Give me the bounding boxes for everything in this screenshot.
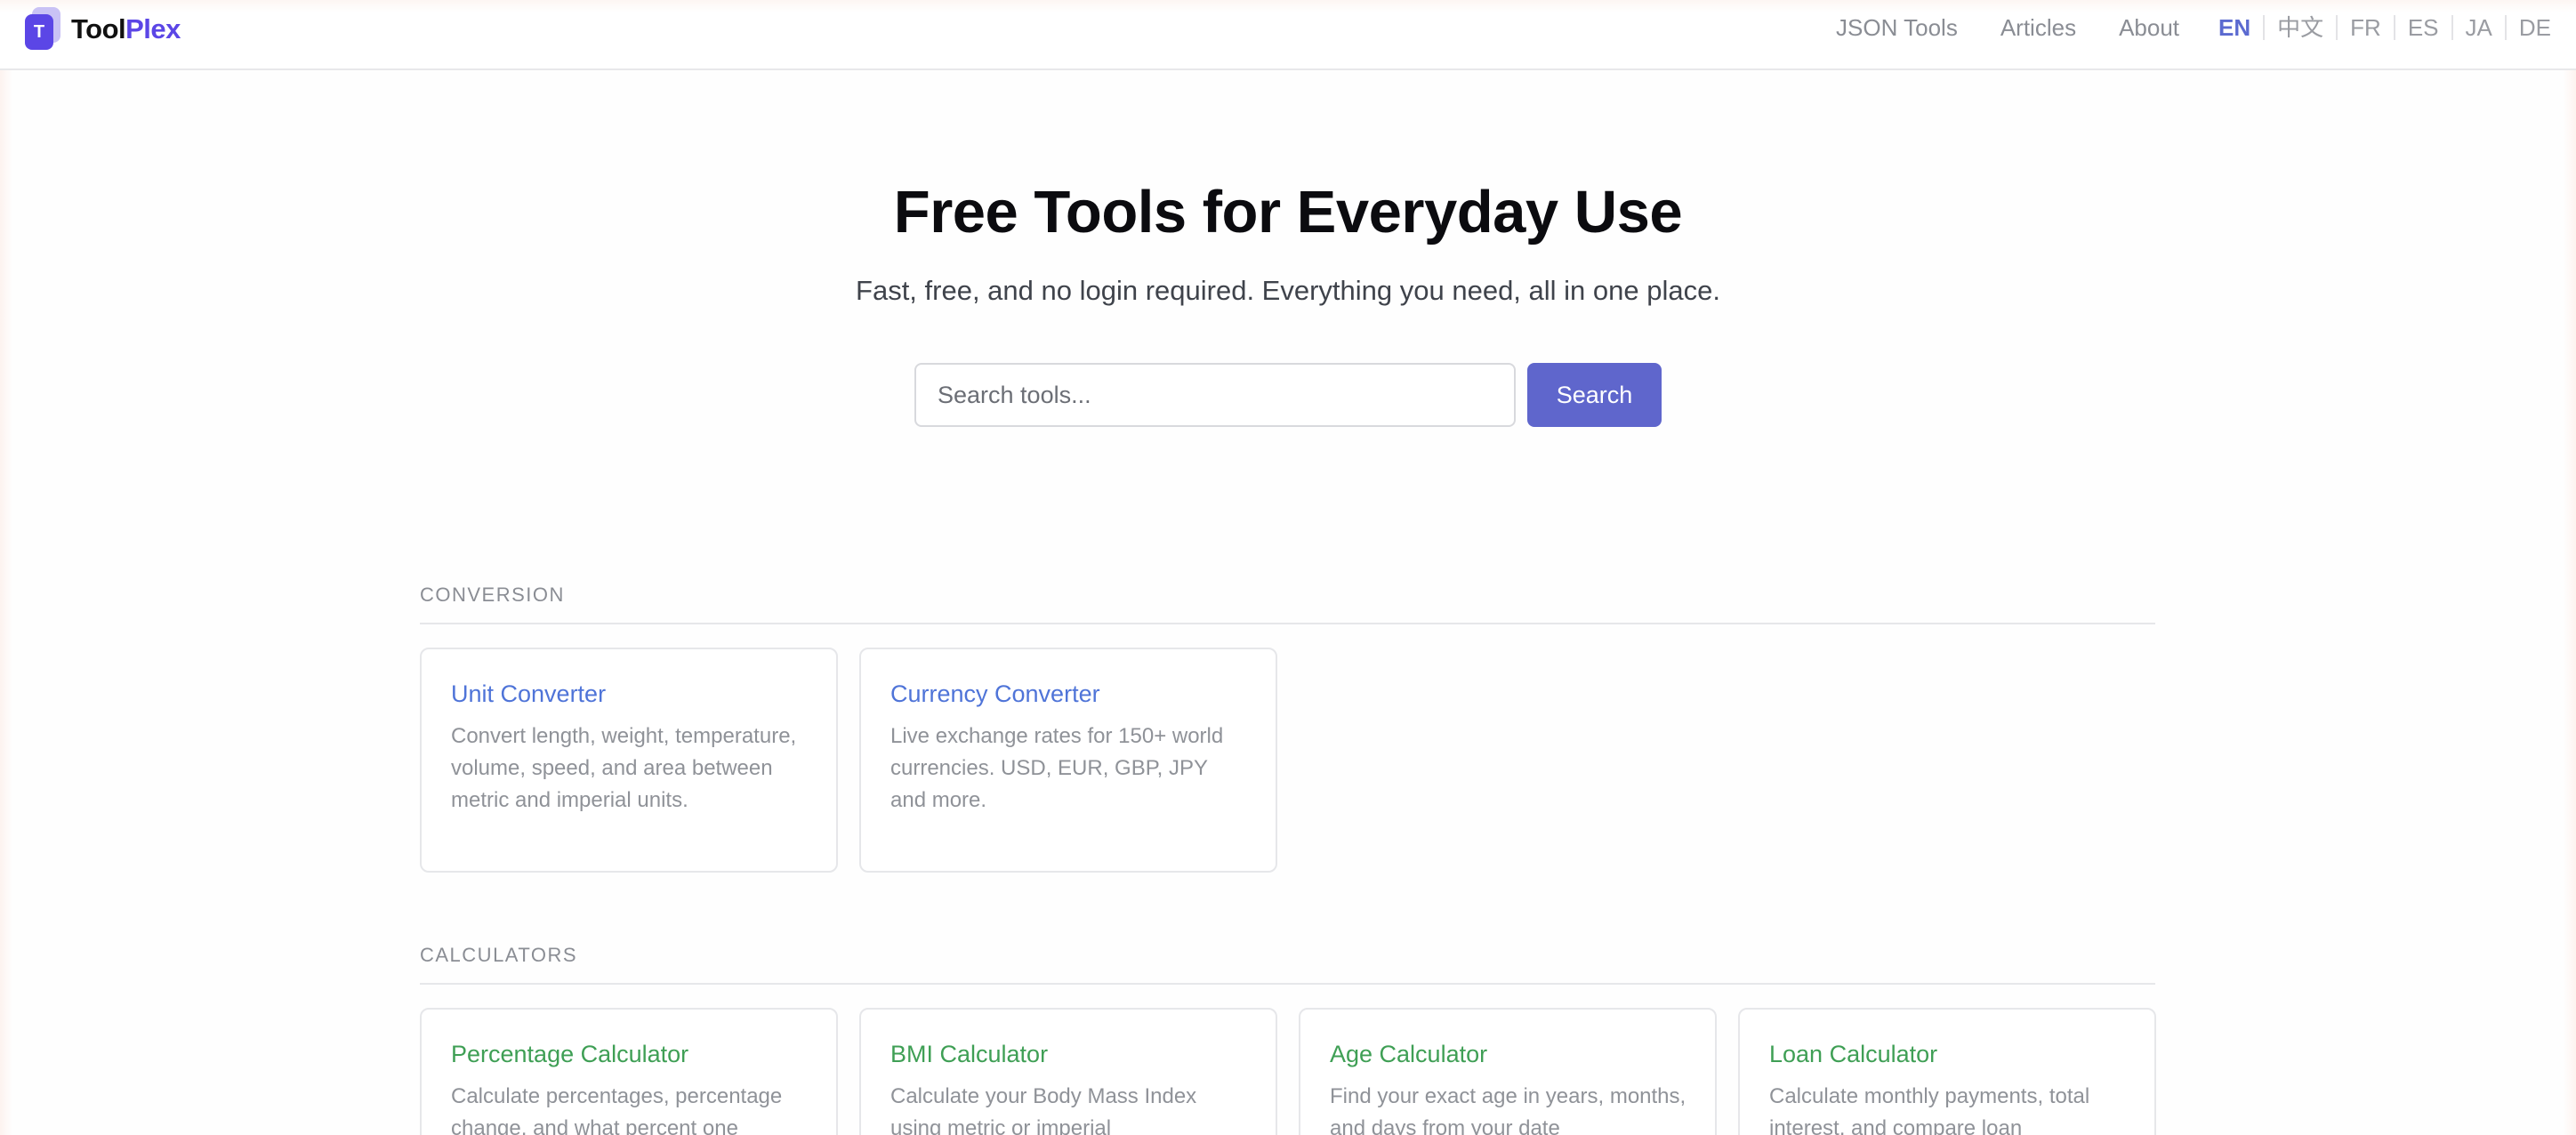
card-title: Loan Calculator [1769,1041,1938,1067]
card-title: Unit Converter [451,680,607,707]
brand-name-part1: Tool [71,13,126,44]
tooplex-logo-icon: T [25,7,60,52]
section-title-conversion: CONVERSION [420,584,565,606]
card-description: Convert length, weight, temperature, vol… [451,724,797,812]
card-description: Calculate percentages, percentage change… [451,1084,783,1135]
section-divider [420,983,2155,985]
card-title: Currency Converter [890,680,1100,707]
tool-card-currency-converter[interactable]: Currency Converter Live exchange rates f… [859,648,1277,873]
language-switcher: EN 中文 FR ES JA DE [2218,15,2551,40]
tool-card-percentage-calculator[interactable]: Percentage Calculator Calculate percenta… [420,1008,838,1135]
lang-en[interactable]: EN [2218,15,2263,40]
main-nav: JSON Tools Articles About EN 中文 FR ES JA… [1793,0,2551,55]
section-title-calculators: CALCULATORS [420,944,578,966]
lang-de[interactable]: DE [2504,15,2551,40]
section-divider [420,623,2155,624]
lang-es[interactable]: ES [2393,15,2451,40]
card-description: Find your exact age in years, months, an… [1330,1084,1686,1135]
lang-zh[interactable]: 中文 [2263,15,2336,40]
search-input[interactable] [914,363,1516,427]
card-title: Age Calculator [1330,1041,1488,1067]
lang-fr[interactable]: FR [2336,15,2394,40]
nav-link-about[interactable]: About [2119,14,2179,42]
tool-card-loan-calculator[interactable]: Loan Calculator Calculate monthly paymen… [1738,1008,2156,1135]
card-title: Percentage Calculator [451,1041,689,1067]
search-button[interactable]: Search [1527,363,1662,427]
nav-link-json-tools[interactable]: JSON Tools [1836,14,1958,42]
site-header: T ToolPlex JSON Tools Articles About EN … [0,0,2576,70]
page: T ToolPlex JSON Tools Articles About EN … [0,0,2576,1135]
lang-ja[interactable]: JA [2451,15,2505,40]
right-edge-shade [2564,0,2576,1135]
nav-link-articles[interactable]: Articles [2000,14,2076,42]
left-edge-shade [0,0,12,1135]
logo-front-tile: T [25,14,53,50]
card-description: Calculate your Body Mass Index using met… [890,1084,1197,1135]
card-description: Calculate monthly payments, total intere… [1769,1084,2090,1135]
tool-card-unit-converter[interactable]: Unit Converter Convert length, weight, t… [420,648,838,873]
brand-home-link[interactable]: T ToolPlex [25,7,181,52]
tool-card-bmi-calculator[interactable]: BMI Calculator Calculate your Body Mass … [859,1008,1277,1135]
card-title: BMI Calculator [890,1041,1049,1067]
card-description: Live exchange rates for 150+ world curre… [890,724,1224,812]
hero-title: Free Tools for Everyday Use [893,179,1683,246]
brand-name-part2: Plex [125,13,181,44]
hero-subtitle: Fast, free, and no login required. Every… [856,275,1720,306]
tool-card-age-calculator[interactable]: Age Calculator Find your exact age in ye… [1299,1008,1717,1135]
brand-name: ToolPlex [71,13,181,45]
